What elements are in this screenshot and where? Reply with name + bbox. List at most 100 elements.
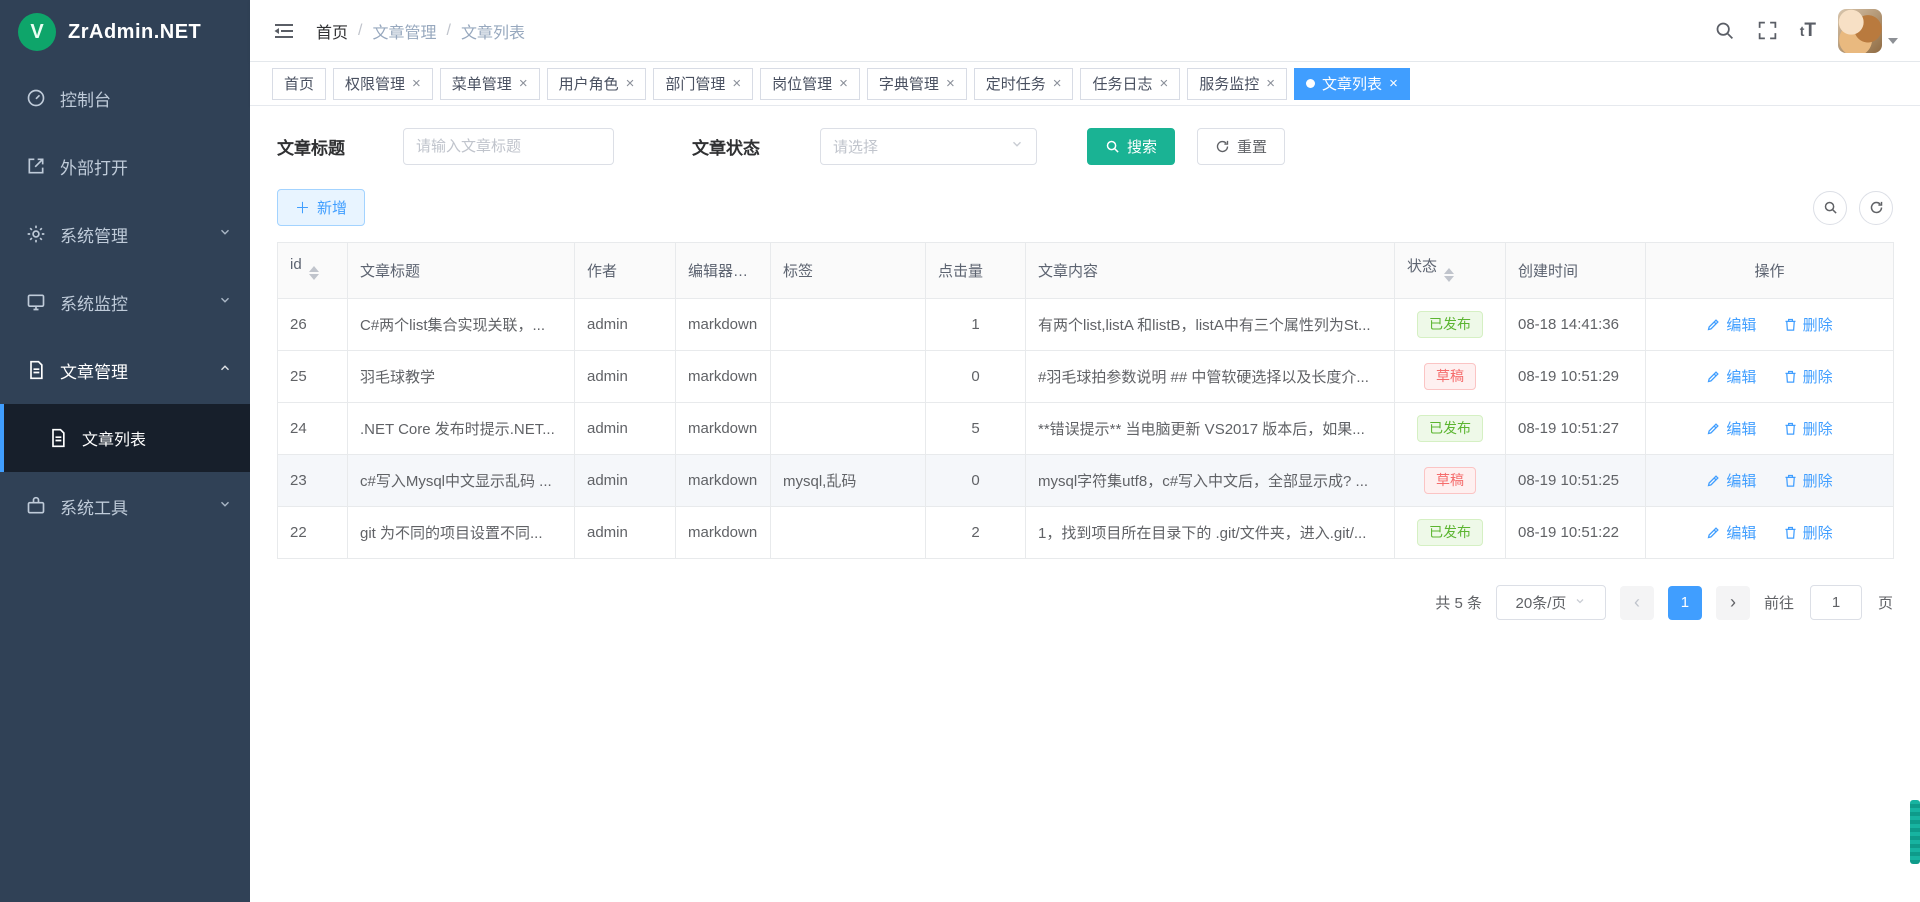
cell-content: mysql字符集utf8，c#写入中文后，全部显示成? ... — [1026, 455, 1395, 507]
avatar[interactable] — [1838, 9, 1882, 53]
cell-created: 08-19 10:51:22 — [1506, 507, 1646, 559]
dashboard-icon — [26, 88, 46, 108]
article-status-select[interactable]: 请选择 — [820, 128, 1037, 165]
status-badge: 草稿 — [1424, 363, 1476, 390]
close-icon[interactable]: × — [946, 76, 955, 91]
goto-page-input[interactable] — [1810, 585, 1862, 620]
chevron-up-icon — [218, 360, 232, 380]
refresh-icon[interactable] — [1859, 191, 1893, 225]
close-icon[interactable]: × — [1266, 76, 1275, 91]
page-number-button[interactable]: 1 — [1668, 586, 1702, 620]
sidebar-item-article-list[interactable]: 文章列表 — [0, 404, 250, 472]
close-icon[interactable]: × — [839, 76, 848, 91]
caret-down-icon[interactable] — [1888, 38, 1898, 49]
cell-clicks: 1 — [926, 299, 1026, 351]
sidebar-item-article-mgmt[interactable]: 文章管理 — [0, 336, 250, 404]
delete-button[interactable]: 删除 — [1783, 366, 1833, 387]
cell-title: c#写入Mysql中文显示乱码 ... — [348, 455, 575, 507]
tab-service-monitor[interactable]: 服务监控× — [1187, 68, 1287, 100]
cell-editor: markdown — [676, 351, 771, 403]
close-icon[interactable]: × — [732, 76, 741, 91]
toggle-search-icon[interactable] — [1813, 191, 1847, 225]
delete-button[interactable]: 删除 — [1783, 314, 1833, 335]
sidebar: V ZrAdmin.NET 控制台 外部打开 系统管理 系统监控 — [0, 0, 250, 902]
table-row: 23 c#写入Mysql中文显示乱码 ... admin markdown my… — [278, 455, 1894, 507]
search-button[interactable]: 搜索 — [1087, 128, 1175, 165]
chevron-down-icon — [218, 292, 232, 312]
article-title-input[interactable] — [403, 128, 614, 165]
tab-permission-mgmt[interactable]: 权限管理× — [333, 68, 433, 100]
sort-icon[interactable] — [309, 261, 319, 285]
edit-button[interactable]: 编辑 — [1706, 366, 1756, 387]
tab-menu-mgmt[interactable]: 菜单管理× — [440, 68, 540, 100]
cell-author: admin — [575, 299, 676, 351]
search-icon[interactable] — [1714, 20, 1735, 41]
reset-button-label: 重置 — [1237, 136, 1267, 157]
cell-editor: markdown — [676, 455, 771, 507]
edit-button[interactable]: 编辑 — [1706, 522, 1756, 543]
sidebar-collapse-icon[interactable] — [272, 19, 296, 43]
tab-user-role[interactable]: 用户角色× — [547, 68, 647, 100]
cell-content: 有两个list,listA 和listB，listA中有三个属性列为St... — [1026, 299, 1395, 351]
reset-button[interactable]: 重置 — [1197, 128, 1285, 165]
breadcrumb-home[interactable]: 首页 — [316, 19, 348, 43]
edit-button[interactable]: 编辑 — [1706, 314, 1756, 335]
delete-button[interactable]: 删除 — [1783, 418, 1833, 439]
next-page-button[interactable]: › — [1716, 586, 1750, 620]
add-button[interactable]: ＋ 新增 — [277, 189, 365, 226]
delete-button[interactable]: 删除 — [1783, 470, 1833, 491]
breadcrumb-section[interactable]: 文章管理 — [372, 19, 436, 43]
col-tags: 标签 — [771, 243, 926, 299]
user-menu[interactable] — [1838, 9, 1898, 53]
sidebar-item-dashboard[interactable]: 控制台 — [0, 64, 250, 132]
goto-suffix: 页 — [1878, 592, 1893, 613]
tab-job-logs[interactable]: 任务日志× — [1080, 68, 1180, 100]
sidebar-item-system-tools[interactable]: 系统工具 — [0, 472, 250, 540]
cell-author: admin — [575, 507, 676, 559]
close-icon[interactable]: × — [1160, 76, 1169, 91]
tab-dict-mgmt[interactable]: 字典管理× — [867, 68, 967, 100]
cell-title: C#两个list集合实现关联，... — [348, 299, 575, 351]
status-badge: 已发布 — [1417, 311, 1483, 338]
article-title-label: 文章标题 — [277, 134, 345, 159]
tab-dept-mgmt[interactable]: 部门管理× — [653, 68, 753, 100]
cell-clicks: 0 — [926, 351, 1026, 403]
font-size-icon[interactable]: tT — [1800, 20, 1816, 42]
active-dot — [1306, 79, 1315, 88]
prev-page-button[interactable]: ‹ — [1620, 586, 1654, 620]
cell-editor: markdown — [676, 507, 771, 559]
article-table: id 文章标题 作者 编辑器类型 标签 点击量 文章内容 状态 创建时间 操作 — [277, 242, 1894, 559]
sort-icon[interactable] — [1444, 263, 1454, 287]
page-size-select[interactable]: 20条/页 — [1496, 585, 1606, 620]
cell-created: 08-19 10:51:29 — [1506, 351, 1646, 403]
breadcrumb-page[interactable]: 文章列表 — [461, 19, 525, 43]
article-status-label: 文章状态 — [692, 134, 760, 159]
close-icon[interactable]: × — [626, 76, 635, 91]
document-icon — [48, 428, 68, 448]
logo-icon: V — [18, 13, 56, 51]
tab-post-mgmt[interactable]: 岗位管理× — [760, 68, 860, 100]
filter-form: 文章标题 文章状态 请选择 搜索 重置 — [277, 128, 1893, 165]
sidebar-item-system-monitor[interactable]: 系统监控 — [0, 268, 250, 336]
app-logo[interactable]: V ZrAdmin.NET — [0, 0, 250, 64]
tab-article-list[interactable]: 文章列表× — [1294, 68, 1410, 100]
sidebar-item-external-open[interactable]: 外部打开 — [0, 132, 250, 200]
close-icon[interactable]: × — [412, 76, 421, 91]
col-ops: 操作 — [1646, 243, 1894, 299]
tab-cron-jobs[interactable]: 定时任务× — [974, 68, 1074, 100]
close-icon[interactable]: × — [1389, 76, 1398, 91]
edit-button[interactable]: 编辑 — [1706, 418, 1756, 439]
edit-button[interactable]: 编辑 — [1706, 470, 1756, 491]
breadcrumb-separator: / — [446, 22, 450, 40]
tab-home[interactable]: 首页 — [272, 68, 326, 100]
sidebar-item-system-mgmt[interactable]: 系统管理 — [0, 200, 250, 268]
close-icon[interactable]: × — [519, 76, 528, 91]
close-icon[interactable]: × — [1053, 76, 1062, 91]
status-badge: 已发布 — [1417, 519, 1483, 546]
scrollbar-thumb[interactable] — [1910, 800, 1920, 864]
monitor-icon — [26, 292, 46, 312]
cell-created: 08-19 10:51:27 — [1506, 403, 1646, 455]
fullscreen-icon[interactable] — [1757, 20, 1778, 41]
sidebar-item-label: 系统管理 — [60, 222, 204, 247]
delete-button[interactable]: 删除 — [1783, 522, 1833, 543]
